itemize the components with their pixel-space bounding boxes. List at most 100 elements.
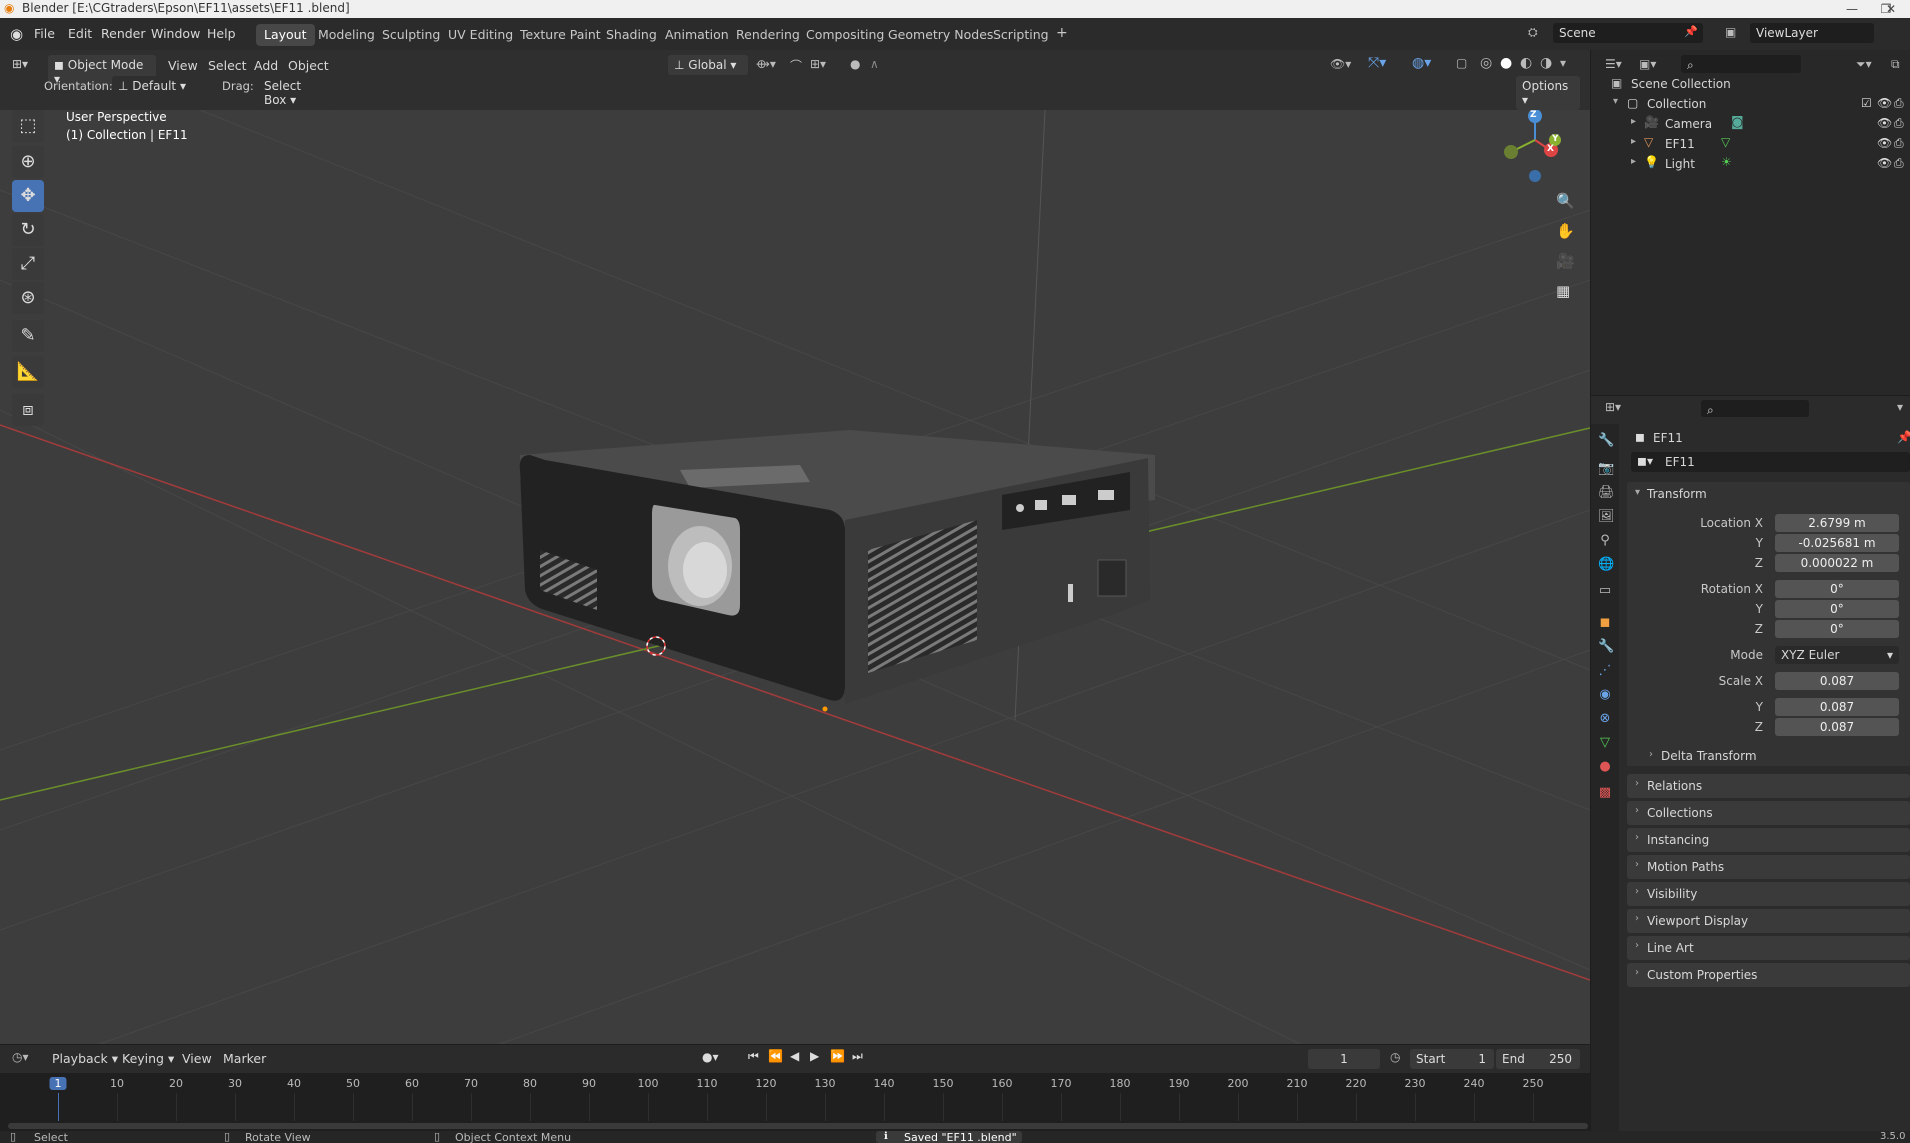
panel-instancing[interactable]: › Instancing: [1627, 828, 1910, 852]
location-z-field[interactable]: 0.000022 m: [1775, 554, 1899, 572]
tab-geometry-nodes[interactable]: Geometry Nodes: [880, 24, 1001, 46]
material-tab-icon[interactable]: ●: [1598, 760, 1612, 774]
view-layer-selector[interactable]: ViewLayer: [1750, 23, 1874, 43]
menu-window[interactable]: Window: [151, 26, 200, 41]
menu-help[interactable]: Help: [207, 26, 236, 41]
timeline-menu-marker[interactable]: Marker: [223, 1051, 266, 1066]
scale-tool[interactable]: ⤢: [12, 248, 44, 280]
scene-icon[interactable]: ⛭: [1528, 25, 1538, 40]
gizmo-toggle-icon[interactable]: ⤧▾: [1368, 55, 1386, 71]
properties-options-icon[interactable]: ▾: [1897, 400, 1903, 414]
outliner-row-collection[interactable]: ▾ ▢ Collection ☑ 👁 ⎙: [1591, 94, 1910, 114]
solid-shading-icon[interactable]: ●: [1500, 55, 1512, 71]
expand-light-icon[interactable]: ▸: [1631, 156, 1636, 167]
vp-menu-select[interactable]: Select: [208, 58, 247, 73]
vp-menu-view[interactable]: View: [168, 58, 198, 73]
preview-range-icon[interactable]: ◷: [1390, 1050, 1400, 1064]
output-tab-icon[interactable]: 🖨: [1598, 486, 1615, 500]
material-shading-icon[interactable]: ◐: [1520, 55, 1532, 71]
modifier-tab-icon[interactable]: 🔧: [1598, 640, 1614, 654]
scale-y-field[interactable]: 0.087: [1775, 698, 1899, 716]
annotate-tool[interactable]: ✎: [12, 320, 44, 352]
end-frame-field[interactable]: End 250: [1496, 1049, 1580, 1069]
move-tool[interactable]: ✥: [12, 180, 44, 212]
timeline-track[interactable]: 1 10 20 30 40 50 60 70 80 90 100 110 120 130 140 150 160…: [0, 1073, 1590, 1131]
scale-x-field[interactable]: 0.087: [1775, 672, 1899, 690]
play-icon[interactable]: ▶: [810, 1049, 819, 1063]
tab-texture-paint[interactable]: Texture Paint: [512, 24, 609, 46]
expand-collection-icon[interactable]: ▾: [1613, 96, 1618, 107]
tab-modeling[interactable]: Modeling: [310, 24, 383, 46]
view-layer-icon[interactable]: ▣: [1725, 25, 1736, 39]
xray-icon[interactable]: ▢: [1456, 56, 1467, 70]
rotation-x-field[interactable]: 0°: [1775, 580, 1899, 598]
pivot-point-icon[interactable]: ⟴▾: [756, 57, 776, 71]
rendered-shading-icon[interactable]: ◑: [1540, 55, 1552, 71]
location-x-field[interactable]: 2.6799 m: [1775, 514, 1899, 532]
outliner-search-input[interactable]: ⌕: [1681, 55, 1801, 73]
delta-transform-row[interactable]: › Delta Transform: [1627, 746, 1910, 766]
editor-type-icon[interactable]: ⊞▾: [12, 57, 28, 71]
tab-layout[interactable]: Layout: [256, 24, 315, 46]
texture-tab-icon[interactable]: ▩: [1598, 786, 1612, 800]
scene-tab-icon[interactable]: ⚲: [1598, 534, 1612, 548]
properties-search-input[interactable]: ⌕: [1701, 400, 1809, 417]
light-eye-icon[interactable]: 👁: [1877, 156, 1892, 170]
panel-line-art[interactable]: › Line Art: [1627, 936, 1910, 960]
falloff-icon[interactable]: ∧: [870, 57, 879, 71]
panel-motion-paths[interactable]: › Motion Paths: [1627, 855, 1910, 879]
panel-relations[interactable]: › Relations: [1627, 774, 1910, 798]
view-layer-tab-icon[interactable]: 🖼: [1598, 510, 1615, 524]
props-pin-icon[interactable]: 📌: [1897, 430, 1910, 444]
scene-selector[interactable]: Scene: [1553, 23, 1703, 43]
proportional-edit-icon[interactable]: ●: [850, 57, 860, 71]
visibility-icon[interactable]: 👁▾: [1330, 57, 1351, 71]
tab-rendering[interactable]: Rendering: [728, 24, 808, 46]
object-name-field[interactable]: ◼▾ EF11: [1631, 452, 1910, 472]
orthographic-toggle-icon[interactable]: ▦: [1556, 282, 1570, 300]
pan-hand-icon[interactable]: ✋: [1556, 222, 1575, 240]
measure-tool[interactable]: 📐: [12, 356, 44, 388]
particles-tab-icon[interactable]: ⋰: [1598, 664, 1612, 678]
jump-prev-keyframe-icon[interactable]: ⏪: [768, 1049, 783, 1063]
rotate-tool[interactable]: ↻: [12, 214, 44, 246]
transform-collapse-icon[interactable]: ▾: [1635, 487, 1640, 498]
expand-ef11-icon[interactable]: ▸: [1631, 136, 1636, 147]
collection-checkbox-icon[interactable]: ☑: [1861, 96, 1872, 110]
camera-eye-icon[interactable]: 👁: [1877, 116, 1892, 130]
menu-render[interactable]: Render: [101, 26, 146, 41]
add-workspace-icon[interactable]: +: [1048, 22, 1076, 44]
rotation-mode-dropdown[interactable]: XYZ Euler ▾: [1775, 646, 1899, 664]
snap-icon[interactable]: ⌒: [790, 57, 802, 74]
expand-camera-icon[interactable]: ▸: [1631, 116, 1636, 127]
jump-next-keyframe-icon[interactable]: ⏩: [830, 1049, 845, 1063]
collection-camera-icon[interactable]: ⎙: [1894, 96, 1904, 111]
close-icon[interactable]: ✕: [1872, 0, 1910, 18]
render-tab-icon[interactable]: 📷: [1598, 462, 1614, 476]
start-frame-field[interactable]: Start 1: [1410, 1049, 1494, 1069]
data-tab-icon[interactable]: ▽: [1598, 736, 1612, 750]
tab-uv-editing[interactable]: UV Editing: [440, 24, 521, 46]
wireframe-shading-icon[interactable]: ◎: [1480, 55, 1492, 71]
jump-start-icon[interactable]: ⏮: [748, 1049, 759, 1064]
minimize-icon[interactable]: —: [1834, 0, 1870, 18]
tab-animation[interactable]: Animation: [657, 24, 737, 46]
add-cube-tool[interactable]: ⧈: [12, 394, 44, 426]
menu-edit[interactable]: Edit: [68, 26, 92, 41]
display-mode-icon[interactable]: ▣▾: [1639, 57, 1656, 71]
outliner-editor-icon[interactable]: ☰▾: [1605, 57, 1622, 71]
properties-editor-icon[interactable]: ⊞▾: [1605, 400, 1621, 414]
ef11-eye-icon[interactable]: 👁: [1877, 136, 1892, 150]
location-y-field[interactable]: -0.025681 m: [1775, 534, 1899, 552]
overlay-toggle-icon[interactable]: ◍▾: [1412, 55, 1431, 71]
pin-icon[interactable]: 📌: [1684, 25, 1698, 38]
constraints-tab-icon[interactable]: ⊗: [1598, 712, 1612, 726]
cursor-tool[interactable]: ⊕: [12, 146, 44, 178]
play-reverse-icon[interactable]: ◀: [790, 1049, 799, 1063]
object-tab-icon[interactable]: ◼: [1598, 616, 1612, 630]
shading-options-icon[interactable]: ▾: [1560, 56, 1566, 70]
transform-tool[interactable]: ⊛: [12, 282, 44, 314]
camera-render-icon[interactable]: ⎙: [1894, 116, 1904, 131]
panel-visibility[interactable]: › Visibility: [1627, 882, 1910, 906]
jump-end-icon[interactable]: ⏭: [852, 1049, 863, 1064]
